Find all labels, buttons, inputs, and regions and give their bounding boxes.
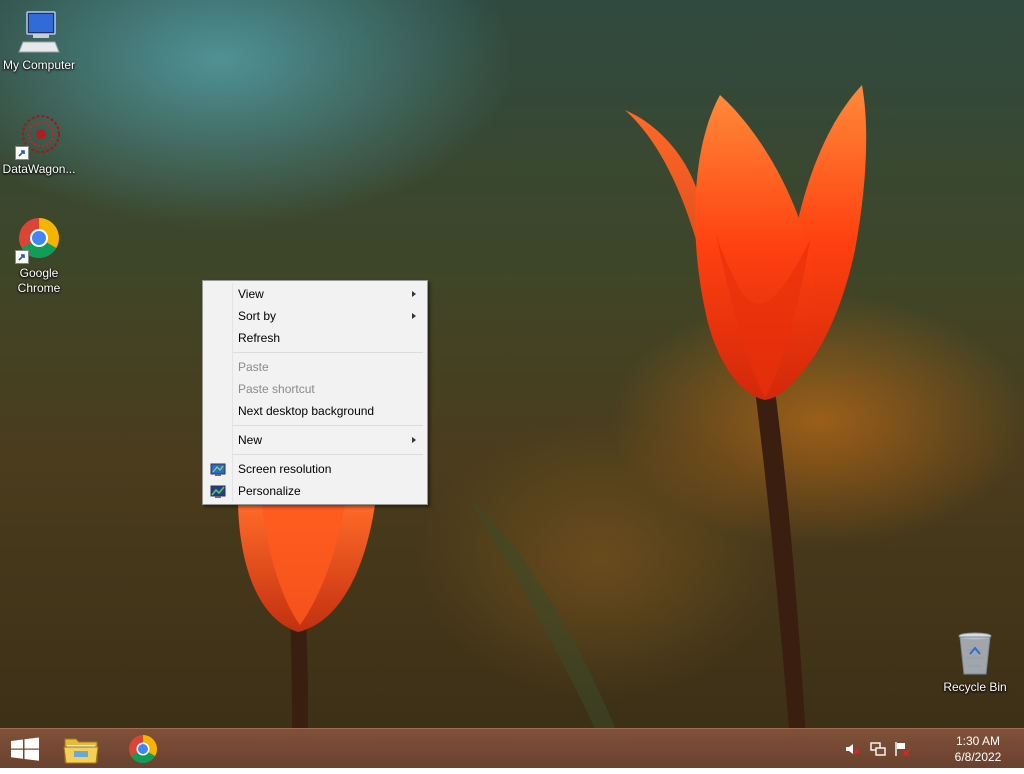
recycle-bin-icon — [951, 630, 999, 678]
submenu-arrow-icon — [412, 291, 416, 297]
submenu-arrow-icon — [412, 437, 416, 443]
shortcut-arrow-icon — [15, 250, 29, 264]
desktop-icon-label: DataWagon... — [2, 162, 76, 176]
menu-item-label: Next desktop background — [238, 404, 375, 418]
desktop-icon-label: Google Chrome — [17, 266, 61, 295]
menu-item-label: View — [238, 287, 264, 301]
clock-date: 6/8/2022 — [954, 750, 1002, 764]
chrome-icon — [129, 735, 157, 763]
action-center-flag-icon[interactable] — [894, 741, 910, 757]
menu-item-screen-resolution[interactable]: Screen resolution — [205, 458, 425, 480]
tulip-illustration — [238, 85, 867, 740]
system-tray: 1:30 AM 6/8/2022 — [844, 729, 1024, 769]
menu-item-next-desktop-background[interactable]: Next desktop background — [205, 400, 425, 422]
desktop-icon-my-computer[interactable]: My Computer — [0, 8, 78, 73]
taskbar-file-explorer-button[interactable] — [56, 729, 106, 769]
menu-item-sort-by[interactable]: Sort by — [205, 305, 425, 327]
menu-item-paste-shortcut: Paste shortcut — [205, 378, 425, 400]
desktop-icon-label: Recycle Bin — [943, 680, 1007, 694]
menu-item-refresh[interactable]: Refresh — [205, 327, 425, 349]
menu-separator — [233, 454, 423, 455]
menu-item-view[interactable]: View — [205, 283, 425, 305]
my-computer-icon — [15, 8, 63, 56]
desktop-icon-google-chrome[interactable]: Google Chrome — [0, 216, 78, 296]
desktop-context-menu: View Sort by Refresh Paste Paste shortcu… — [202, 280, 428, 505]
menu-item-paste: Paste — [205, 356, 425, 378]
network-icon[interactable] — [870, 741, 886, 757]
clock-time: 1:30 AM — [955, 734, 1001, 748]
volume-muted-icon[interactable] — [844, 741, 860, 757]
desktop-wallpaper[interactable] — [0, 0, 1024, 768]
start-button[interactable] — [0, 729, 50, 769]
taskbar-clock[interactable]: 1:30 AM 6/8/2022 — [948, 733, 1008, 765]
menu-item-label: Personalize — [238, 484, 301, 498]
desktop-icon-datawagon[interactable]: DataWagon... — [0, 112, 78, 177]
chrome-icon — [15, 216, 63, 264]
datawagon-icon — [15, 112, 63, 160]
shortcut-arrow-icon — [15, 146, 29, 160]
menu-item-label: New — [238, 433, 263, 447]
menu-item-new[interactable]: New — [205, 429, 425, 451]
menu-item-label: Refresh — [238, 331, 281, 345]
menu-item-label: Sort by — [238, 309, 277, 323]
screen-resolution-icon — [210, 462, 226, 476]
desktop-icon-recycle-bin[interactable]: Recycle Bin — [936, 630, 1014, 695]
menu-item-label: Paste shortcut — [238, 382, 315, 396]
menu-item-personalize[interactable]: Personalize — [205, 480, 425, 502]
menu-separator — [233, 425, 423, 426]
folder-icon — [63, 738, 99, 764]
menu-item-label: Paste — [238, 360, 269, 374]
windows-logo-icon — [11, 737, 39, 761]
submenu-arrow-icon — [412, 313, 416, 319]
desktop-icon-label: My Computer — [2, 58, 76, 72]
menu-separator — [233, 352, 423, 353]
personalize-icon — [210, 484, 226, 498]
taskbar-chrome-button[interactable] — [118, 729, 168, 769]
menu-item-label: Screen resolution — [238, 462, 332, 476]
taskbar: 1:30 AM 6/8/2022 — [0, 728, 1024, 768]
